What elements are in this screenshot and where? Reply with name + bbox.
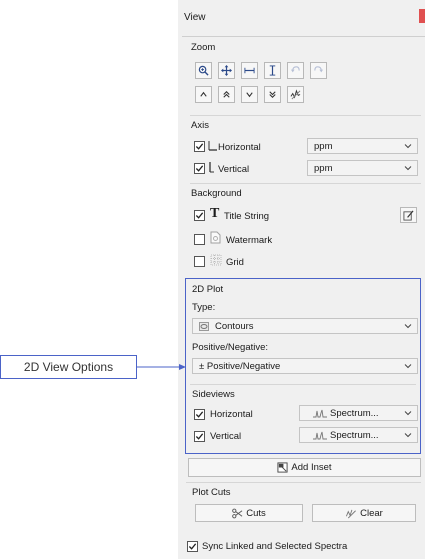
axis-vertical-label: Vertical bbox=[218, 164, 250, 175]
auto-scale-icon[interactable] bbox=[287, 86, 304, 103]
vertical-axis-icon bbox=[209, 162, 214, 173]
close-icon[interactable] bbox=[419, 9, 425, 23]
title-string-icon: T bbox=[210, 206, 220, 221]
horizontal-axis-icon bbox=[208, 141, 217, 151]
sideview-vertical-select[interactable]: Spectrum... bbox=[299, 427, 418, 443]
clear-label: Clear bbox=[360, 507, 383, 519]
chevron-down-icon bbox=[404, 433, 412, 438]
axis-vertical-unit-select[interactable]: ppm bbox=[307, 160, 418, 176]
plot2d-posneg-value: ± Positive/Negative bbox=[199, 360, 281, 372]
zoom-separator bbox=[190, 115, 421, 116]
cuts-label: Cuts bbox=[246, 507, 266, 519]
zoom-title: Zoom bbox=[191, 42, 216, 53]
grid-label: Grid bbox=[226, 257, 244, 268]
cuts-button[interactable]: Cuts bbox=[195, 504, 303, 522]
spectrum-icon bbox=[313, 431, 327, 440]
chevron-down-icon bbox=[404, 364, 412, 369]
grid-icon bbox=[210, 254, 222, 266]
plot2d-type-select[interactable]: Contours bbox=[192, 318, 418, 334]
sideview-horizontal-select[interactable]: Spectrum... bbox=[299, 405, 418, 421]
2d-view-options-callout: 2D View Options bbox=[0, 355, 137, 379]
fit-horizontal-icon[interactable] bbox=[241, 62, 258, 79]
axis-horizontal-label: Horizontal bbox=[218, 142, 261, 153]
sideview-vertical-label: Vertical bbox=[210, 431, 242, 442]
scale-down-icon[interactable] bbox=[241, 86, 258, 103]
scale-up-fast-icon[interactable] bbox=[218, 86, 235, 103]
axis-horizontal-checkbox[interactable] bbox=[194, 141, 205, 152]
plot2d-posneg-select[interactable]: ± Positive/Negative bbox=[192, 358, 418, 374]
plotcuts-separator bbox=[186, 482, 421, 483]
axis-title: Axis bbox=[191, 120, 209, 131]
title-string-checkbox[interactable] bbox=[194, 210, 205, 221]
fit-vertical-icon[interactable] bbox=[264, 62, 281, 79]
plot2d-type-value: Contours bbox=[215, 320, 254, 332]
axis-vertical-checkbox[interactable] bbox=[194, 163, 205, 174]
spectrum-icon bbox=[313, 409, 327, 418]
add-inset-label: Add Inset bbox=[291, 462, 332, 473]
axis-vertical-unit-value: ppm bbox=[314, 162, 333, 174]
chevron-down-icon bbox=[404, 411, 412, 416]
callout-arrow-icon bbox=[137, 364, 186, 370]
axis-horizontal-unit-select[interactable]: ppm bbox=[307, 138, 418, 154]
clear-button[interactable]: Clear bbox=[312, 504, 416, 522]
add-inset-button[interactable]: Add Inset bbox=[188, 458, 421, 477]
grid-checkbox[interactable] bbox=[194, 256, 205, 267]
redo-zoom-icon[interactable] bbox=[310, 62, 327, 79]
sideview-horizontal-checkbox[interactable] bbox=[194, 409, 205, 420]
contours-icon bbox=[199, 322, 209, 331]
plot2d-posneg-label: Positive/Negative: bbox=[192, 342, 269, 353]
plotcuts-title: Plot Cuts bbox=[192, 487, 231, 498]
chevron-down-icon bbox=[404, 166, 412, 171]
plot2d-separator bbox=[190, 384, 416, 385]
sideview-horizontal-value: Spectrum... bbox=[330, 407, 379, 419]
fit-all-icon[interactable] bbox=[218, 62, 235, 79]
watermark-label: Watermark bbox=[226, 235, 273, 246]
undo-zoom-icon[interactable] bbox=[287, 62, 304, 79]
edit-icon bbox=[403, 210, 414, 221]
add-inset-icon bbox=[277, 462, 288, 473]
callout-label: 2D View Options bbox=[23, 360, 114, 374]
watermark-icon bbox=[210, 231, 221, 244]
zoom-group-border bbox=[182, 36, 425, 37]
chevron-down-icon bbox=[404, 144, 412, 149]
sideview-vertical-checkbox[interactable] bbox=[194, 431, 205, 442]
clear-icon bbox=[346, 509, 357, 518]
background-title: Background bbox=[191, 188, 242, 199]
zoom-in-icon[interactable] bbox=[195, 62, 212, 79]
sideviews-title: Sideviews bbox=[192, 389, 235, 400]
scale-up-icon[interactable] bbox=[195, 86, 212, 103]
axis-horizontal-unit-value: ppm bbox=[314, 140, 333, 152]
plot2d-type-label: Type: bbox=[192, 302, 216, 313]
plot2d-title: 2D Plot bbox=[192, 284, 224, 295]
chevron-down-icon bbox=[404, 324, 412, 329]
sync-label: Sync Linked and Selected Spectra bbox=[202, 541, 348, 552]
sideview-vertical-value: Spectrum... bbox=[330, 429, 379, 441]
axis-separator bbox=[190, 183, 421, 184]
edit-title-button[interactable] bbox=[400, 207, 417, 223]
watermark-checkbox[interactable] bbox=[194, 234, 205, 245]
panel-title: View bbox=[184, 12, 206, 23]
scissors-icon bbox=[232, 508, 243, 518]
scale-down-fast-icon[interactable] bbox=[264, 86, 281, 103]
title-string-label: Title String bbox=[224, 211, 270, 222]
sync-checkbox[interactable] bbox=[187, 541, 198, 552]
sideview-horizontal-label: Horizontal bbox=[210, 409, 253, 420]
